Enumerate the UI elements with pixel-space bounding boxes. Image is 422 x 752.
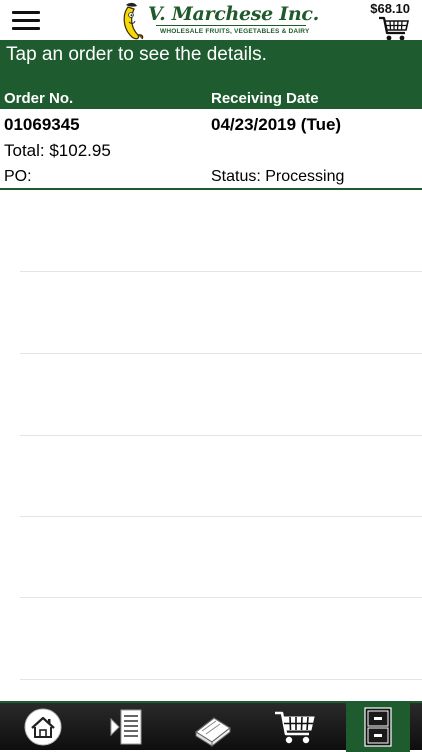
instruction-text: Tap an order to see the details. xyxy=(6,44,267,65)
logo-rule xyxy=(156,25,306,26)
orders-column-header: Order No. Receiving Date xyxy=(0,88,422,109)
order-number: 01069345 xyxy=(4,115,80,134)
shopping-cart-icon[interactable] xyxy=(378,16,410,42)
cart-total: $68.10 xyxy=(370,1,410,16)
home-icon xyxy=(24,708,62,746)
order-guide-icon xyxy=(110,709,142,745)
logo-tagline: WHOLESALE FRUITS, VEGETABLES & DAIRY xyxy=(160,28,310,35)
tab-catalog[interactable] xyxy=(180,703,246,752)
app-header: V. Marchese Inc. WHOLESALE FRUITS, VEGET… xyxy=(0,0,422,42)
hamburger-menu-icon[interactable] xyxy=(12,9,42,33)
tab-order-guide[interactable] xyxy=(96,703,162,752)
tab-home[interactable] xyxy=(10,703,76,752)
list-separator xyxy=(20,435,422,436)
instruction-banner: Tap an order to see the details. xyxy=(0,40,422,88)
bottom-tab-bar xyxy=(0,701,422,752)
orders-cabinet-icon xyxy=(364,707,392,747)
order-total: Total: $102.95 xyxy=(4,141,111,160)
list-separator xyxy=(20,597,422,598)
company-logo: V. Marchese Inc. WHOLESALE FRUITS, VEGET… xyxy=(120,1,319,41)
tab-cart[interactable] xyxy=(262,703,328,752)
column-order-no: Order No. xyxy=(4,90,74,107)
order-row[interactable]: 01069345 04/23/2019 (Tue) Total: $102.95… xyxy=(0,110,422,188)
column-receiving-date: Receiving Date xyxy=(211,90,319,107)
list-separator xyxy=(20,679,422,680)
order-po: PO: xyxy=(4,168,32,185)
logo-name: V. Marchese Inc. xyxy=(148,3,319,25)
catalog-book-icon xyxy=(194,717,232,748)
row-divider xyxy=(0,188,422,190)
order-status: Status: Processing xyxy=(211,168,345,185)
list-separator xyxy=(20,516,422,517)
tab-orders[interactable] xyxy=(346,703,410,752)
list-separator xyxy=(20,353,422,354)
cart-icon xyxy=(275,711,315,744)
order-receiving-date: 04/23/2019 (Tue) xyxy=(211,115,342,134)
list-separator xyxy=(20,271,422,272)
